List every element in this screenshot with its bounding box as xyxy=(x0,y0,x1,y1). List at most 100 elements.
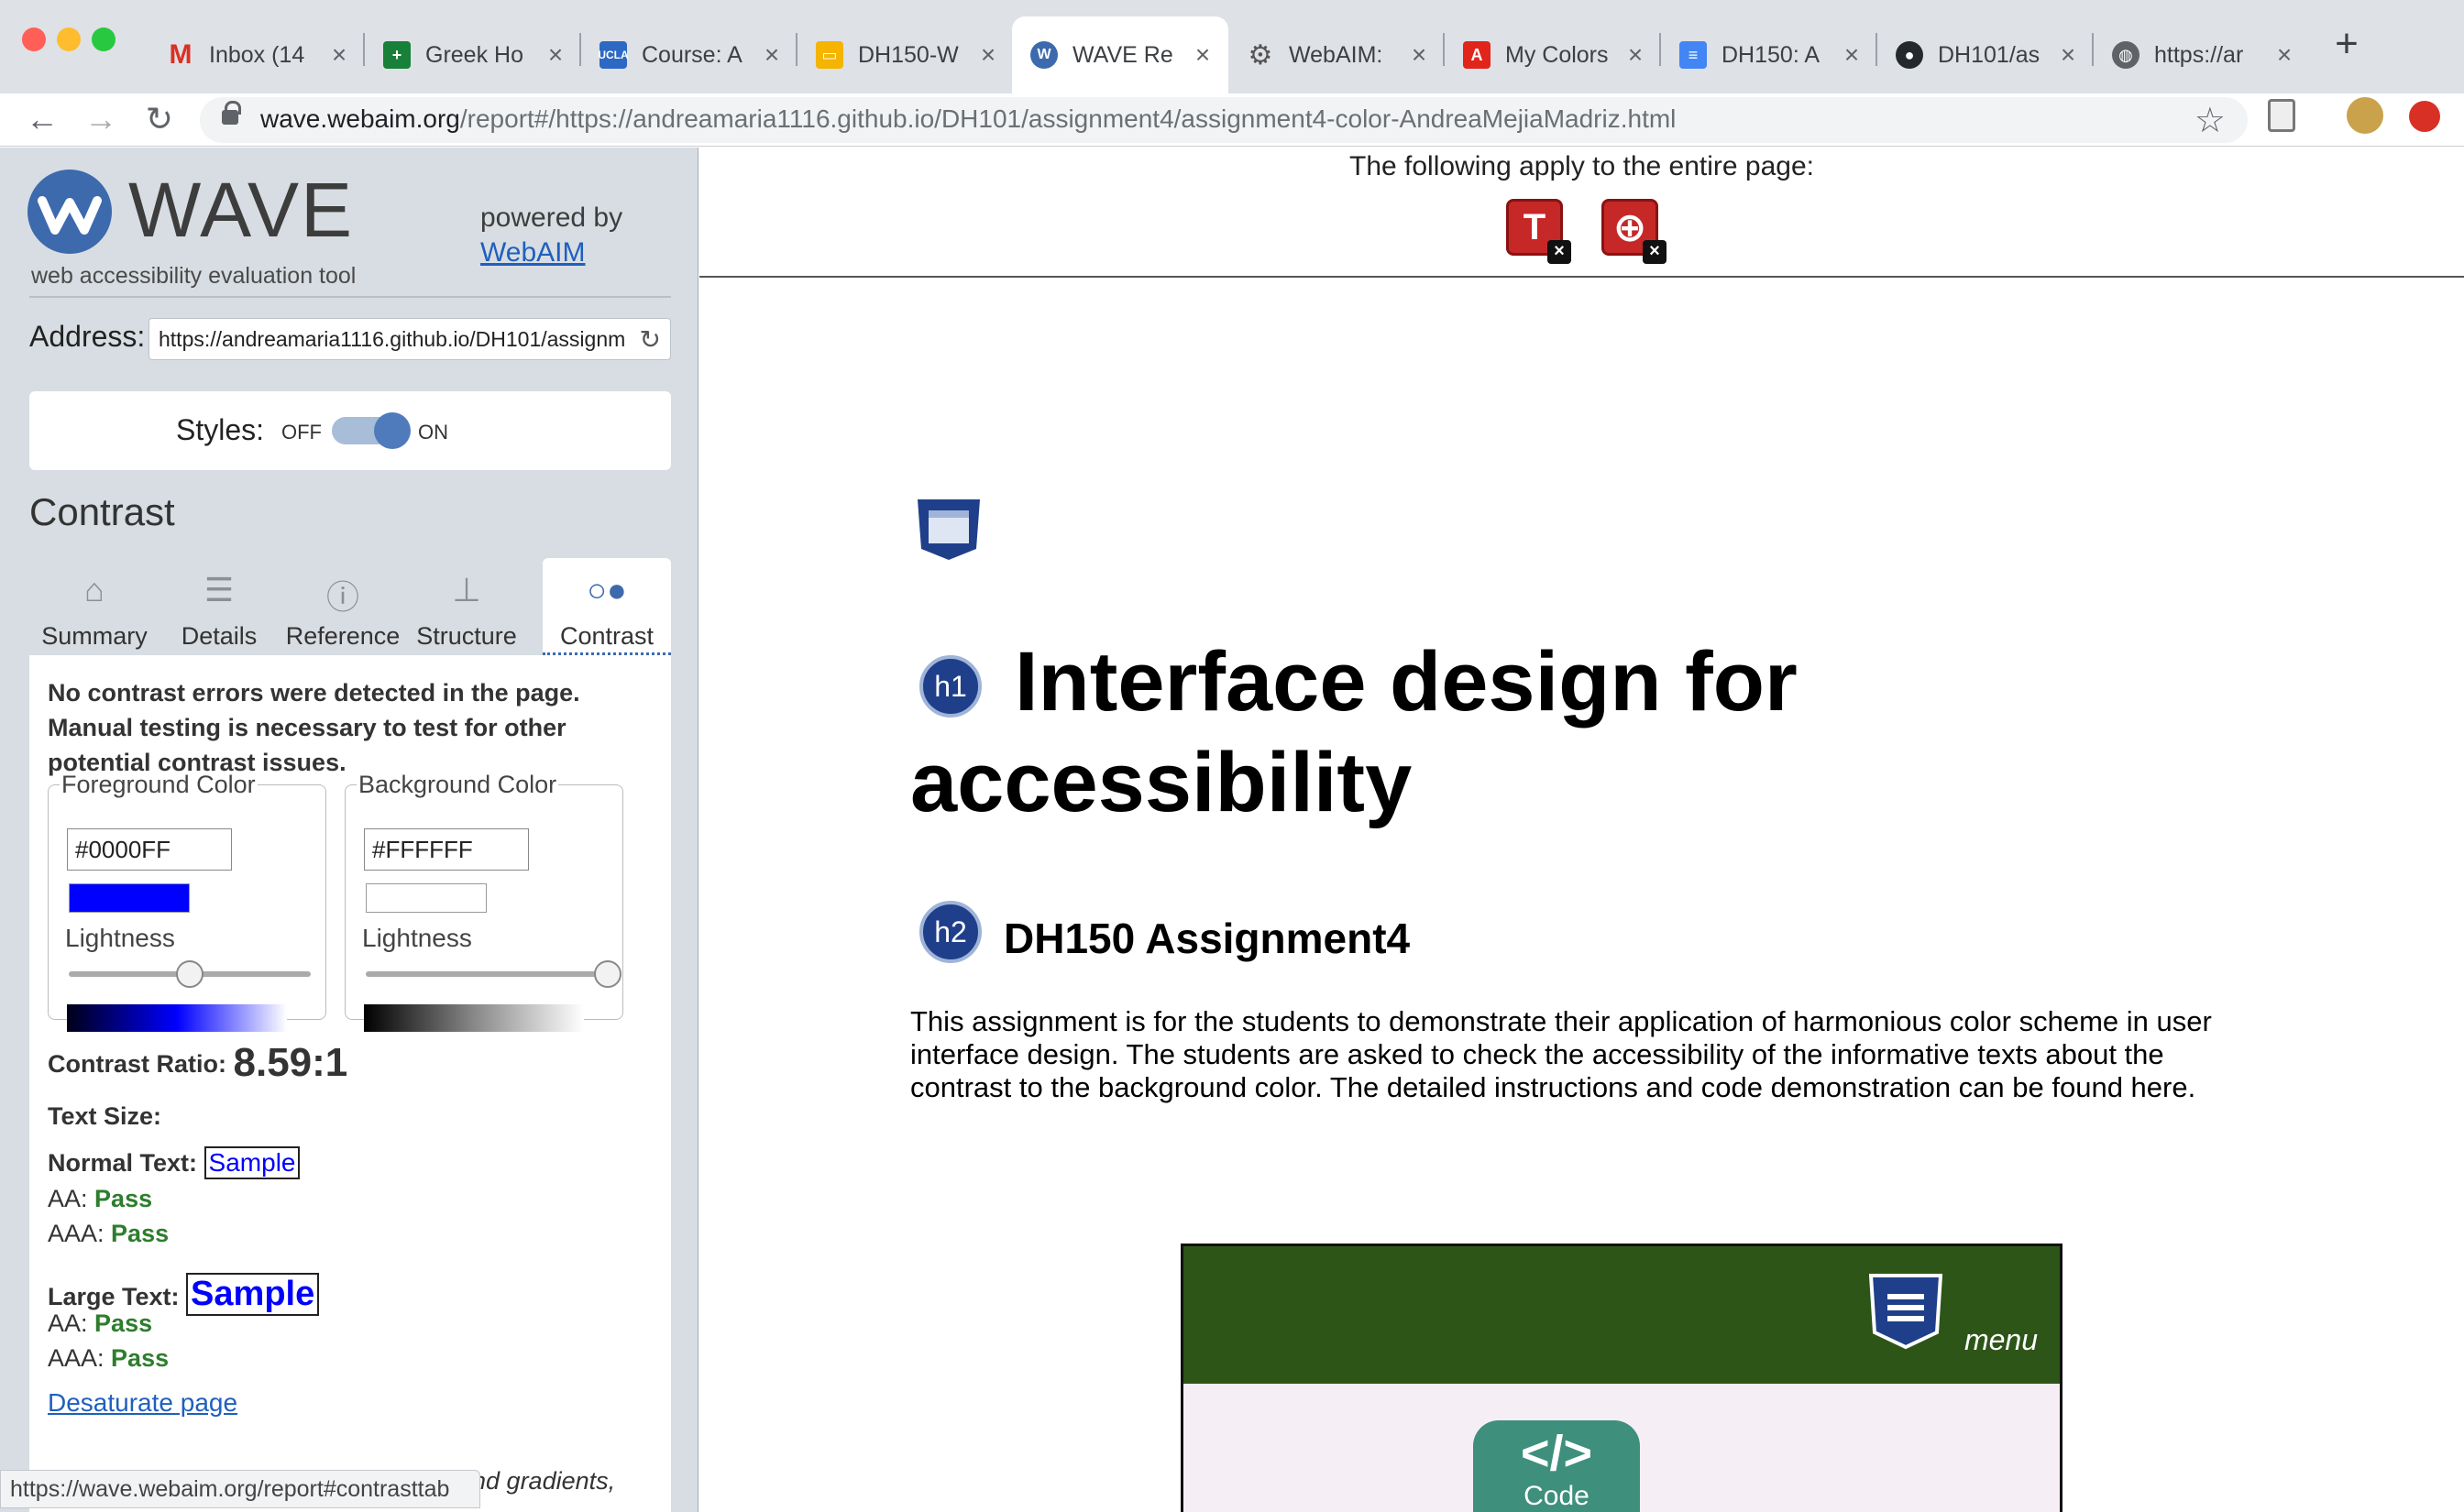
extension-icon[interactable] xyxy=(2409,101,2440,132)
reader-extension-icon[interactable] xyxy=(2268,99,2295,132)
browser-tab-webaim[interactable]: ⚙ WebAIM: × xyxy=(1228,16,1445,93)
demo-navbar: menu xyxy=(1183,1246,2060,1384)
webaim-link[interactable]: WebAIM xyxy=(480,237,585,268)
browser-tab-wave[interactable]: W WAVE Re × xyxy=(1012,16,1228,93)
lock-icon xyxy=(222,101,241,125)
address-bar[interactable]: wave.webaim.org/report#/https://andreama… xyxy=(200,97,2248,143)
background-hex-input[interactable] xyxy=(364,828,529,871)
close-icon[interactable]: × xyxy=(2272,40,2297,70)
globe-icon: ◍ xyxy=(2112,41,2140,69)
back-arrow-icon[interactable]: ← xyxy=(24,101,60,137)
tab-strip: M Inbox (14 × + Greek Ho × UCLA Course: … xyxy=(0,0,2464,93)
normal-text-row: Normal Text: Sample xyxy=(48,1146,301,1179)
background-color-box: Background Color Lightness xyxy=(345,771,623,1032)
foreground-lightness-slider[interactable] xyxy=(176,960,204,988)
text-size-label: Text Size: xyxy=(48,1102,162,1130)
window-close-button[interactable] xyxy=(22,27,46,51)
demo-page-preview: menu </> Code xyxy=(1181,1244,2062,1512)
status-bar-url: https://wave.webaim.org/report#contrastt… xyxy=(0,1470,480,1508)
assignment-paragraph: This assignment is for the students to d… xyxy=(910,1005,2212,1103)
background-legend: Background Color xyxy=(358,771,557,798)
reload-icon[interactable]: ↻ xyxy=(141,101,178,137)
docs-icon: ≡ xyxy=(1679,41,1707,69)
menu-link[interactable]: menu xyxy=(1964,1323,2038,1357)
section-title: Contrast xyxy=(29,490,175,533)
pass-badge: Pass xyxy=(111,1220,170,1247)
contrast-ratio-value: 8.59:1 xyxy=(233,1040,348,1085)
large-aa-row: AA: Pass xyxy=(48,1309,153,1337)
gear-icon: ⚙ xyxy=(1248,39,1273,71)
address-field[interactable]: ↻ xyxy=(148,318,671,360)
background-gradient xyxy=(364,1004,584,1032)
browser-tab-docs[interactable]: ≡ DH150: A × xyxy=(1661,16,1877,93)
close-icon[interactable]: × xyxy=(326,40,352,70)
code-badge[interactable]: </> Code xyxy=(1473,1420,1640,1512)
browser-tab-github[interactable]: ● DH101/as × xyxy=(1877,16,2094,93)
code-label: Code xyxy=(1524,1481,1590,1511)
styles-on-label: ON xyxy=(418,421,448,444)
css-logo-icon xyxy=(918,499,980,560)
close-icon[interactable]: × xyxy=(543,40,568,70)
contrast-message: No contrast errors were detected in the … xyxy=(48,679,580,776)
close-icon[interactable]: × xyxy=(2055,40,2081,70)
hierarchy-icon: ⊥ xyxy=(452,571,481,608)
close-icon[interactable]: × xyxy=(1839,40,1864,70)
tab-title: DH150-W xyxy=(858,41,959,68)
foreground-lightness-label: Lightness xyxy=(65,924,175,952)
close-icon[interactable]: × xyxy=(975,40,1001,70)
tab-reference[interactable]: ⓘ Reference xyxy=(279,558,407,655)
browser-tab-sheets[interactable]: + Greek Ho × xyxy=(365,16,581,93)
github-icon: ● xyxy=(1896,41,1923,69)
tab-title: DH101/as xyxy=(1938,41,2040,68)
tab-title: WAVE Re xyxy=(1072,41,1173,68)
wave-sidebar: WAVE web accessibility evaluation tool p… xyxy=(0,148,698,1512)
foreground-hex-input[interactable] xyxy=(67,828,232,871)
bookmark-star-icon[interactable]: ☆ xyxy=(2194,100,2226,141)
tab-title: My Colors xyxy=(1505,41,1609,68)
browser-tab-gmail[interactable]: M Inbox (14 × xyxy=(148,16,365,93)
adobe-icon: A xyxy=(1463,41,1490,69)
forward-arrow-icon[interactable]: → xyxy=(82,101,119,137)
refresh-icon[interactable]: ↻ xyxy=(640,324,661,355)
new-tab-button[interactable]: + xyxy=(2328,24,2365,64)
slides-icon: ▭ xyxy=(816,41,843,69)
foreground-gradient xyxy=(67,1004,287,1032)
styles-toggle[interactable] xyxy=(332,412,411,449)
tab-title: DH150: A xyxy=(1722,41,1820,68)
toggle-knob[interactable] xyxy=(374,412,411,449)
browser-tab-globe[interactable]: ◍ https://ar × xyxy=(2094,16,2310,93)
tab-details[interactable]: ☰ Details xyxy=(160,558,279,655)
wave-tagline: web accessibility evaluation tool xyxy=(31,263,357,289)
pass-badge: Pass xyxy=(111,1344,170,1372)
demo-body: </> Code xyxy=(1183,1384,2060,1512)
close-icon[interactable]: × xyxy=(759,40,785,70)
h2-badge-icon[interactable]: h2 xyxy=(919,901,982,963)
large-aaa-row: AAA: Pass xyxy=(48,1344,170,1372)
report-page: The following apply to the entire page: … xyxy=(699,148,2464,1512)
close-icon[interactable]: × xyxy=(1190,40,1216,70)
globe-error-icon[interactable]: ⊕ × xyxy=(1601,199,1666,264)
tab-title: Inbox (14 xyxy=(209,41,305,68)
contrast-ratio: Contrast Ratio: 8.59:1 xyxy=(48,1040,348,1085)
tab-title: https://ar xyxy=(2154,41,2244,68)
address-input[interactable] xyxy=(159,319,624,359)
close-icon[interactable]: × xyxy=(1406,40,1432,70)
cutoff-text: und gradients, xyxy=(458,1467,616,1495)
browser-tab-adobe[interactable]: A My Colors × xyxy=(1445,16,1661,93)
avatar[interactable] xyxy=(2347,97,2383,134)
pass-badge: Pass xyxy=(94,1309,153,1337)
close-icon[interactable]: × xyxy=(1622,40,1648,70)
browser-tab-slides[interactable]: ▭ DH150-W × xyxy=(798,16,1014,93)
tab-title: Course: A xyxy=(642,41,742,68)
desaturate-page-link[interactable]: Desaturate page xyxy=(48,1388,237,1418)
browser-tab-course[interactable]: UCLA Course: A × xyxy=(581,16,798,93)
background-lightness-slider[interactable] xyxy=(594,960,622,988)
window-maximize-button[interactable] xyxy=(92,27,116,51)
tab-contrast[interactable]: ○● Contrast xyxy=(543,558,671,655)
background-lightness-track[interactable] xyxy=(366,971,608,977)
tab-structure[interactable]: ⊥ Structure xyxy=(407,558,526,655)
tab-summary[interactable]: ⌂ Summary xyxy=(29,558,160,655)
language-missing-icon[interactable]: T × xyxy=(1506,199,1571,264)
url-text[interactable]: wave.webaim.org/report#/https://andreama… xyxy=(260,104,1676,134)
window-minimize-button[interactable] xyxy=(57,27,81,51)
